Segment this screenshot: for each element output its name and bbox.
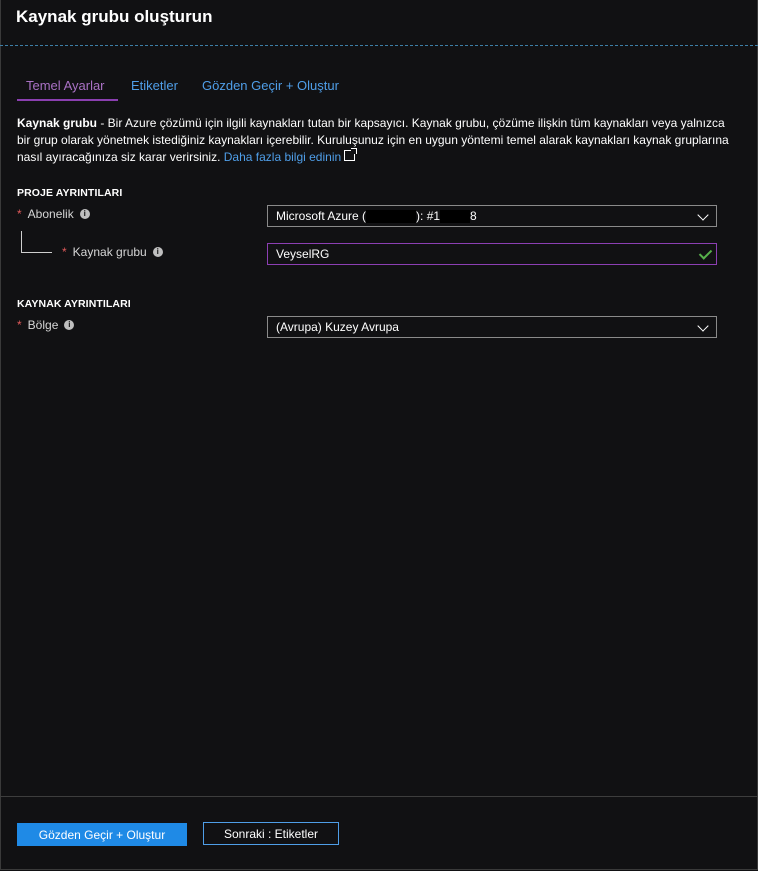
region-label: Bölge (27, 318, 59, 332)
info-icon[interactable]: i (152, 247, 163, 257)
tab-label: Temel Ayarlar (26, 78, 105, 93)
region-select[interactable]: (Avrupa) Kuzey Avrupa (267, 316, 717, 338)
tab-etiketler[interactable]: Etiketler (131, 78, 178, 99)
tab-temel-ayarlar[interactable]: Temel Ayarlar (17, 78, 118, 101)
resource-group-label-row: * Kaynak grubu i (62, 245, 163, 259)
required-star: * (17, 318, 22, 332)
section-resource-details: KAYNAK AYRINTILARI (17, 298, 131, 310)
description: Kaynak grubu - Bir Azure çözümü için ilg… (17, 115, 732, 166)
subscription-value-mid: ): #1 (416, 209, 441, 223)
region-value: (Avrupa) Kuzey Avrupa (276, 320, 399, 334)
redacted-block (440, 209, 471, 223)
resource-group-input[interactable]: VeyselRG (267, 243, 717, 265)
footer-divider (0, 796, 758, 797)
page-title: Kaynak grubu oluşturun (16, 7, 213, 26)
resource-group-value: VeyselRG (276, 247, 330, 261)
subscription-value-end: 8 (470, 209, 477, 223)
info-icon[interactable]: i (79, 209, 90, 219)
required-star: * (62, 245, 67, 259)
subscription-value-prefix: Microsoft Azure ( (276, 209, 367, 223)
review-create-button[interactable]: Gözden Geçir + Oluştur (17, 823, 187, 846)
tree-connector (21, 252, 52, 253)
required-star: * (17, 207, 22, 221)
tab-gozden-gecir-olustur[interactable]: Gözden Geçir + Oluştur (202, 78, 339, 99)
external-link-icon (344, 148, 358, 161)
chevron-down-icon (697, 209, 709, 221)
redacted-block (366, 209, 417, 223)
region-label-row: * Bölge i (17, 318, 75, 332)
section-project-details: PROJE AYRINTILARI (17, 187, 123, 199)
next-tags-button[interactable]: Sonraki : Etiketler (203, 822, 339, 845)
resource-group-label: Kaynak grubu (72, 245, 147, 259)
tree-connector (21, 231, 22, 252)
chevron-down-icon (697, 320, 709, 332)
learn-more-link[interactable]: Daha fazla bilgi edinin (224, 150, 341, 164)
info-icon[interactable]: i (64, 320, 75, 330)
description-bold: Kaynak grubu (17, 116, 98, 130)
subscription-label: Abonelik (27, 207, 74, 221)
subscription-label-row: * Abonelik i (17, 207, 90, 221)
subscription-select[interactable]: Microsoft Azure ( ): #1 8 (267, 205, 717, 227)
description-text: - Bir Azure çözümü için ilgili kaynaklar… (17, 116, 729, 164)
header-divider (0, 45, 758, 46)
checkmark-icon (698, 246, 713, 260)
